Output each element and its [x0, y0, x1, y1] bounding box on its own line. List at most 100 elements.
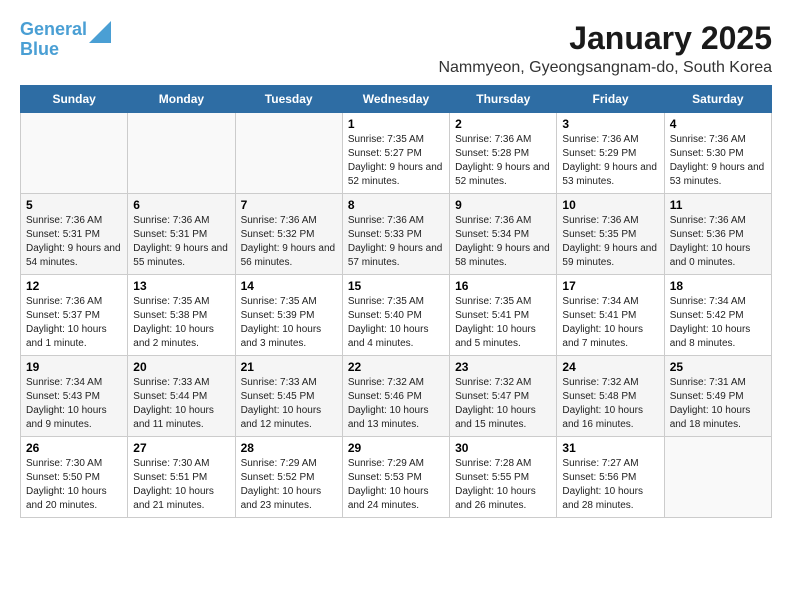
day-info: Sunrise: 7:36 AMSunset: 5:35 PMDaylight:… — [562, 214, 658, 270]
day-number: 30 — [455, 441, 551, 455]
calendar-cell: 15 Sunrise: 7:35 AMSunset: 5:40 PMDayligh… — [342, 275, 449, 356]
weekday-header-tuesday: Tuesday — [235, 86, 342, 113]
day-info: Sunrise: 7:31 AMSunset: 5:49 PMDaylight:… — [670, 376, 766, 432]
calendar-cell: 17 Sunrise: 7:34 AMSunset: 5:41 PMDayligh… — [557, 275, 664, 356]
calendar-cell: 3 Sunrise: 7:36 AMSunset: 5:29 PMDaylight… — [557, 113, 664, 194]
calendar-cell: 22 Sunrise: 7:32 AMSunset: 5:46 PMDayligh… — [342, 356, 449, 437]
day-info: Sunrise: 7:36 AMSunset: 5:36 PMDaylight:… — [670, 214, 766, 270]
logo-text: General Blue — [20, 20, 87, 60]
calendar-cell: 5 Sunrise: 7:36 AMSunset: 5:31 PMDaylight… — [21, 194, 128, 275]
calendar-cell: 25 Sunrise: 7:31 AMSunset: 5:49 PMDayligh… — [664, 356, 771, 437]
day-number: 13 — [133, 279, 229, 293]
calendar-cell: 19 Sunrise: 7:34 AMSunset: 5:43 PMDayligh… — [21, 356, 128, 437]
calendar-week-4: 19 Sunrise: 7:34 AMSunset: 5:43 PMDayligh… — [21, 356, 772, 437]
day-info: Sunrise: 7:34 AMSunset: 5:42 PMDaylight:… — [670, 295, 766, 351]
calendar-cell: 31Sunrise: 7:27 AMSunset: 5:56 PMDayligh… — [557, 437, 664, 518]
day-info: Sunrise: 7:34 AMSunset: 5:43 PMDaylight:… — [26, 376, 122, 432]
calendar-cell — [664, 437, 771, 518]
day-number: 19 — [26, 360, 122, 374]
day-number: 2 — [455, 117, 551, 131]
day-number: 24 — [562, 360, 658, 374]
day-number: 3 — [562, 117, 658, 131]
calendar-cell: 12 Sunrise: 7:36 AMSunset: 5:37 PMDayligh… — [21, 275, 128, 356]
main-title: January 2025 — [438, 20, 772, 57]
calendar-table: SundayMondayTuesdayWednesdayThursdayFrid… — [20, 85, 772, 518]
calendar-cell — [21, 113, 128, 194]
day-number: 12 — [26, 279, 122, 293]
subtitle: Nammyeon, Gyeongsangnam-do, South Korea — [438, 59, 772, 77]
day-number: 6 — [133, 198, 229, 212]
day-info: Sunrise: 7:32 AMSunset: 5:47 PMDaylight:… — [455, 376, 551, 432]
calendar-cell: 11 Sunrise: 7:36 AMSunset: 5:36 PMDayligh… — [664, 194, 771, 275]
day-number: 16 — [455, 279, 551, 293]
day-number: 27 — [133, 441, 229, 455]
day-info: Sunrise: 7:35 AMSunset: 5:27 PMDaylight:… — [348, 133, 444, 189]
day-info: Sunrise: 7:29 AMSunset: 5:53 PMDaylight:… — [348, 457, 444, 513]
day-info: Sunrise: 7:32 AMSunset: 5:48 PMDaylight:… — [562, 376, 658, 432]
day-number: 17 — [562, 279, 658, 293]
day-info: Sunrise: 7:36 AMSunset: 5:34 PMDaylight:… — [455, 214, 551, 270]
calendar-cell: 9Sunrise: 7:36 AMSunset: 5:34 PMDaylight… — [450, 194, 557, 275]
day-info: Sunrise: 7:33 AMSunset: 5:45 PMDaylight:… — [241, 376, 337, 432]
day-number: 28 — [241, 441, 337, 455]
day-info: Sunrise: 7:30 AMSunset: 5:51 PMDaylight:… — [133, 457, 229, 513]
day-number: 22 — [348, 360, 444, 374]
calendar-cell: 8Sunrise: 7:36 AMSunset: 5:33 PMDaylight… — [342, 194, 449, 275]
calendar-week-5: 26 Sunrise: 7:30 AMSunset: 5:50 PMDayligh… — [21, 437, 772, 518]
day-info: Sunrise: 7:36 AMSunset: 5:37 PMDaylight:… — [26, 295, 122, 351]
calendar-cell: 2 Sunrise: 7:36 AMSunset: 5:28 PMDaylight… — [450, 113, 557, 194]
calendar-cell — [235, 113, 342, 194]
day-number: 4 — [670, 117, 766, 131]
calendar-cell: 7 Sunrise: 7:36 AMSunset: 5:32 PMDaylight… — [235, 194, 342, 275]
day-info: Sunrise: 7:35 AMSunset: 5:40 PMDaylight:… — [348, 295, 444, 351]
day-number: 15 — [348, 279, 444, 293]
title-block: January 2025 Nammyeon, Gyeongsangnam-do,… — [438, 20, 772, 77]
day-info: Sunrise: 7:32 AMSunset: 5:46 PMDaylight:… — [348, 376, 444, 432]
calendar-cell: 13 Sunrise: 7:35 AMSunset: 5:38 PMDayligh… — [128, 275, 235, 356]
weekday-header-monday: Monday — [128, 86, 235, 113]
calendar-cell: 20Sunrise: 7:33 AMSunset: 5:44 PMDayligh… — [128, 356, 235, 437]
weekday-header-sunday: Sunday — [21, 86, 128, 113]
day-info: Sunrise: 7:36 AMSunset: 5:29 PMDaylight:… — [562, 133, 658, 189]
day-number: 21 — [241, 360, 337, 374]
calendar-cell — [128, 113, 235, 194]
calendar-cell: 1Sunrise: 7:35 AMSunset: 5:27 PMDaylight… — [342, 113, 449, 194]
logo-icon — [89, 21, 111, 43]
day-number: 7 — [241, 198, 337, 212]
day-number: 11 — [670, 198, 766, 212]
day-number: 5 — [26, 198, 122, 212]
calendar-cell: 4 Sunrise: 7:36 AMSunset: 5:30 PMDaylight… — [664, 113, 771, 194]
day-number: 25 — [670, 360, 766, 374]
calendar-cell: 16Sunrise: 7:35 AMSunset: 5:41 PMDayligh… — [450, 275, 557, 356]
calendar-cell: 30Sunrise: 7:28 AMSunset: 5:55 PMDayligh… — [450, 437, 557, 518]
day-info: Sunrise: 7:36 AMSunset: 5:32 PMDaylight:… — [241, 214, 337, 270]
logo: General Blue — [20, 20, 111, 60]
day-number: 29 — [348, 441, 444, 455]
calendar-cell: 14Sunrise: 7:35 AMSunset: 5:39 PMDayligh… — [235, 275, 342, 356]
calendar-cell: 27 Sunrise: 7:30 AMSunset: 5:51 PMDayligh… — [128, 437, 235, 518]
day-number: 14 — [241, 279, 337, 293]
calendar-cell: 21 Sunrise: 7:33 AMSunset: 5:45 PMDayligh… — [235, 356, 342, 437]
calendar-week-2: 5 Sunrise: 7:36 AMSunset: 5:31 PMDaylight… — [21, 194, 772, 275]
day-info: Sunrise: 7:30 AMSunset: 5:50 PMDaylight:… — [26, 457, 122, 513]
day-info: Sunrise: 7:29 AMSunset: 5:52 PMDaylight:… — [241, 457, 337, 513]
day-number: 10 — [562, 198, 658, 212]
day-info: Sunrise: 7:35 AMSunset: 5:38 PMDaylight:… — [133, 295, 229, 351]
weekday-header-wednesday: Wednesday — [342, 86, 449, 113]
day-info: Sunrise: 7:36 AMSunset: 5:31 PMDaylight:… — [133, 214, 229, 270]
day-number: 18 — [670, 279, 766, 293]
day-info: Sunrise: 7:36 AMSunset: 5:31 PMDaylight:… — [26, 214, 122, 270]
day-number: 26 — [26, 441, 122, 455]
calendar-cell: 10 Sunrise: 7:36 AMSunset: 5:35 PMDayligh… — [557, 194, 664, 275]
logo-general: General — [20, 19, 87, 39]
calendar-cell: 24 Sunrise: 7:32 AMSunset: 5:48 PMDayligh… — [557, 356, 664, 437]
day-number: 31 — [562, 441, 658, 455]
day-info: Sunrise: 7:34 AMSunset: 5:41 PMDaylight:… — [562, 295, 658, 351]
calendar-cell: 29 Sunrise: 7:29 AMSunset: 5:53 PMDayligh… — [342, 437, 449, 518]
day-info: Sunrise: 7:36 AMSunset: 5:30 PMDaylight:… — [670, 133, 766, 189]
day-number: 20 — [133, 360, 229, 374]
day-info: Sunrise: 7:36 AMSunset: 5:33 PMDaylight:… — [348, 214, 444, 270]
calendar-cell: 26 Sunrise: 7:30 AMSunset: 5:50 PMDayligh… — [21, 437, 128, 518]
day-number: 23 — [455, 360, 551, 374]
day-info: Sunrise: 7:36 AMSunset: 5:28 PMDaylight:… — [455, 133, 551, 189]
